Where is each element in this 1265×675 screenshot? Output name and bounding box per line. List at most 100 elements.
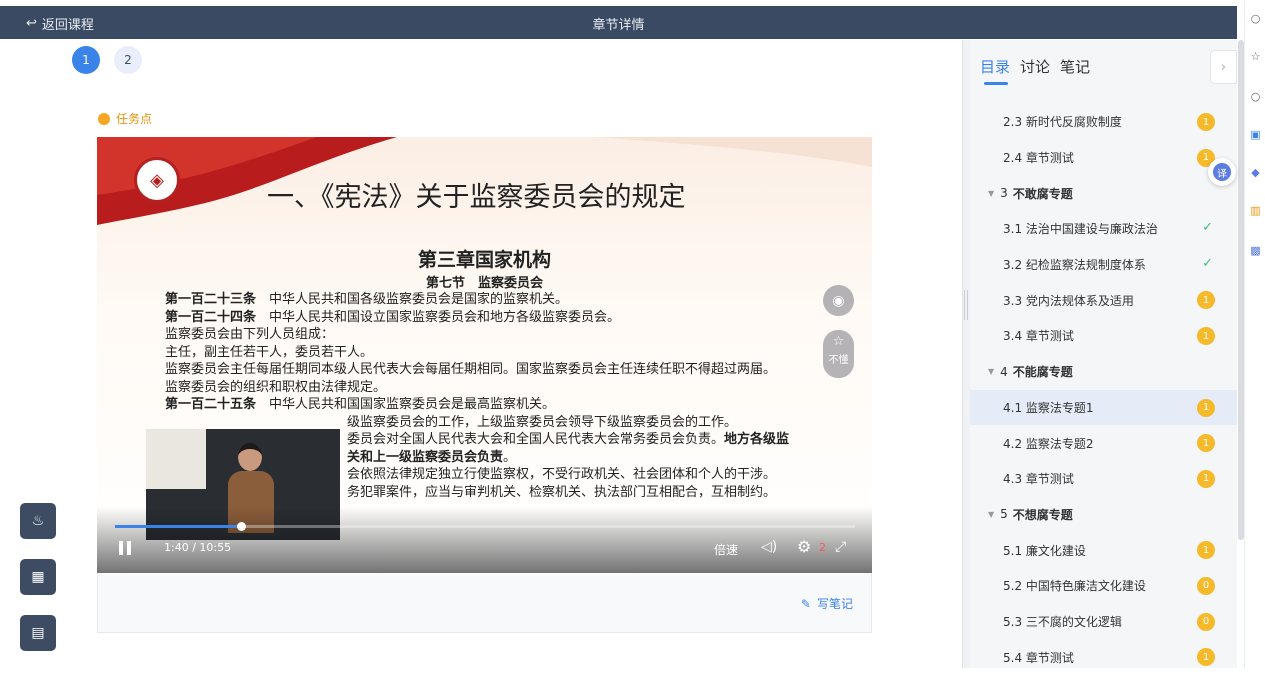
section-header[interactable]: ▼ 3 不敢腐专题 [970,175,1237,211]
top-bar: ↩ 返回课程 章节详情 [0,6,1237,39]
expand-triangle-icon: ▼ [988,509,995,519]
slide-line: 主任，副主任若干人，委员若干人。 [165,344,374,360]
chapter-item-label: 5.3 三不腐的文化逻辑 [1003,614,1122,629]
task-point-label: 任务点 [98,110,152,127]
resize-handle[interactable] [964,290,968,320]
camera-icon: ◉ [832,292,845,309]
classroom-board [146,429,206,489]
section-header[interactable]: ▼ 5 不想腐专题 [970,497,1237,533]
task-count-badge: 1 [1197,469,1215,488]
task-count-badge: 1 [1197,291,1215,310]
app-icon-3[interactable]: ▩ [1249,244,1262,257]
write-note-label: 写笔记 [816,597,853,611]
star-outline-icon[interactable]: ☆ [1249,50,1262,63]
chapter-item[interactable]: 2.4 章节测试 1 [970,140,1237,176]
circle-icon[interactable]: ○ [1249,12,1262,25]
page-title: 章节详情 [592,18,645,33]
fire-tool-button[interactable]: ♨ [20,503,56,539]
chat-icon: ▤ [31,625,45,641]
chapter-item[interactable]: 5.2 中国特色廉洁文化建设 0 [970,568,1237,604]
task-point-dot-icon [98,112,110,125]
chapter-item-label: 4.3 章节测试 [1003,472,1074,487]
chapter-item[interactable]: 3.3 党内法规体系及适用 1 [970,282,1237,318]
write-note-button[interactable]: ✎ 写笔记 [801,595,853,612]
slide-title: 一、《宪法》关于监察委员会的规定 [267,182,686,213]
progress-bar[interactable] [115,522,855,531]
chapter-item[interactable]: 3.1 法治中国建设与廉政法治 ✓ [970,211,1237,247]
chapter-item[interactable]: 4.2 监察法专题2 1 [970,425,1237,461]
section-title: 不想腐专题 [1012,507,1073,522]
settings-gear-icon[interactable]: ⚙ [797,537,811,556]
chevron-right-icon: › [1220,59,1227,75]
task-count-badge: 1 [1197,434,1215,453]
settings-badge: 2 [819,541,826,554]
qrcode-tool-button[interactable]: ▦ [20,559,56,595]
app-icon-purple[interactable]: ◆ [1249,166,1262,179]
chapter-item[interactable]: 3.2 纪检监察法规制度体系 ✓ [970,247,1237,283]
chat-tool-button[interactable]: ▤ [20,615,56,651]
chapter-item-label: 5.2 中国特色廉洁文化建设 [1003,579,1146,594]
speed-button[interactable]: 倍速 [714,541,738,558]
chapter-item-label: 3.1 法治中国建设与廉政法治 [1003,222,1158,237]
chapter-item[interactable]: 2.3 新时代反腐败制度 1 [970,104,1237,140]
chapter-item[interactable]: 5.3 三不腐的文化逻辑 0 [970,604,1237,640]
translate-button[interactable]: 译 [1208,158,1236,186]
not-understand-label: 不懂 [828,355,849,366]
section-number: 4 [1000,364,1008,379]
panel-divider[interactable] [962,40,970,668]
qrcode-icon: ▦ [31,569,45,585]
pause-button[interactable] [119,541,135,557]
expand-triangle-icon: ▼ [988,188,995,198]
slide-section: 第七节 监察委员会 [425,276,543,291]
collapse-panel-button[interactable]: › [1210,50,1237,84]
progress-fill [115,525,241,528]
chapter-item-label: 2.3 新时代反腐败制度 [1003,115,1122,130]
note-bar: ✎ 写笔记 [97,573,872,633]
control-bar [97,507,872,573]
circle-icon-2[interactable]: ○ [1249,90,1262,103]
task-count-badge: 0 [1197,612,1215,631]
task-count-badge: 1 [1197,327,1215,346]
screenshot-camera-button[interactable]: ◉ [823,285,854,316]
app-icon-blue[interactable]: ▣ [1249,128,1262,141]
tab-catalog[interactable]: 目录 [980,56,1010,77]
chapter-item-label: 5.1 廉文化建设 [1003,543,1086,558]
active-tab-underline [984,82,1008,85]
fullscreen-icon[interactable]: ⤢ [835,539,846,555]
chapter-item-label: 4.2 监察法专题2 [1003,436,1094,451]
section-header[interactable]: ▼ 4 不能腐专题 [970,354,1237,390]
video-player[interactable]: ◈ 一、《宪法》关于监察委员会的规定 第三章国家机构 第七节 监察委员会 第一百… [97,137,872,573]
section-title: 不能腐专题 [1012,365,1073,380]
tab-discussion[interactable]: 讨论 [1020,56,1050,77]
page-pager: 1 2 [72,46,142,74]
chapter-item[interactable]: 3.4 章节测试 1 [970,318,1237,354]
chapter-item[interactable]: 5.1 廉文化建设 1 [970,532,1237,568]
task-count-badge: 1 [1197,648,1215,667]
slide-line: 监察委员会主任每届任期同本级人民代表大会每届任期相同。国家监察委员会主任连续任职… [165,362,777,377]
task-count-badge: 1 [1197,541,1215,560]
not-understand-button[interactable]: ☆ 不懂 [823,330,854,378]
page-1-button[interactable]: 1 [72,46,100,74]
progress-knob[interactable] [236,522,246,531]
page-2-button[interactable]: 2 [114,46,142,74]
gift-icon[interactable]: ▥ [1249,204,1262,217]
chapter-item[interactable]: 4.3 章节测试 1 [970,461,1237,497]
slide-line: 第一百二十三条 中华人民共和国各级监察委员会是国家的监察机关。 [165,292,569,307]
chapter-item[interactable]: 5.4 章节测试 1 [970,639,1237,675]
slide-line: 第一百二十五条 中华人民共和国国家监察委员会是最高监察机关。 [165,397,556,412]
chapter-item-label: 3.4 章节测试 [1003,329,1074,344]
translate-icon: 译 [1213,163,1231,181]
chapter-item-label: 5.4 章节测试 [1003,650,1074,665]
chapter-item-label: 4.1 监察法专题1 [1003,400,1094,415]
chapter-item-label: 3.3 党内法规体系及适用 [1003,293,1134,308]
flame-icon: ♨ [31,513,45,529]
section-title: 不敢腐专题 [1012,186,1073,201]
chapter-item[interactable]: 4.1 监察法专题1 1 [970,389,1237,426]
slide-chapter: 第三章国家机构 [417,249,551,271]
time-display: 1:40 / 10:55 [164,541,232,554]
volume-icon[interactable]: ◁) [761,539,777,555]
chapter-item-label: 2.4 章节测试 [1003,151,1074,166]
slide-line: 监察委员会的组织和职权由法律规定。 [165,379,387,395]
catalog-panel: 目录 讨论 笔记 › 2.3 新时代反腐败制度 1 2.4 章节测试 1 ▼ 3 不敢腐专题… [970,40,1237,668]
tab-notes[interactable]: 笔记 [1060,56,1090,77]
